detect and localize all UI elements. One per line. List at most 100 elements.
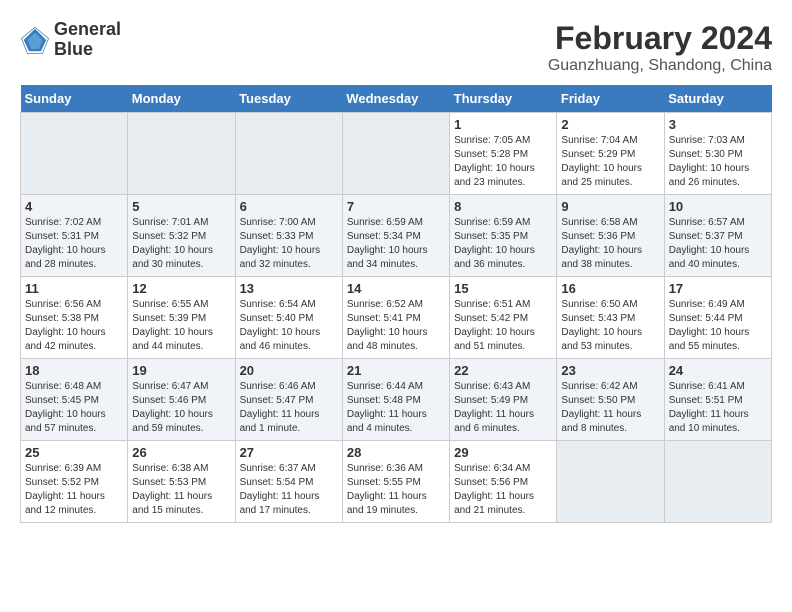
calendar-cell — [235, 113, 342, 195]
day-number: 5 — [132, 199, 230, 214]
day-info: Sunrise: 6:57 AMSunset: 5:37 PMDaylight:… — [669, 216, 767, 272]
month-year-title: February 2024 — [548, 20, 772, 57]
weekday-header: Wednesday — [342, 85, 449, 113]
calendar-cell: 5Sunrise: 7:01 AMSunset: 5:32 PMDaylight… — [128, 195, 235, 277]
day-number: 18 — [25, 363, 123, 378]
header: General Blue February 2024 Guanzhuang, S… — [20, 20, 772, 75]
day-info: Sunrise: 7:00 AMSunset: 5:33 PMDaylight:… — [240, 216, 338, 272]
calendar-week-row: 1 Sunrise: 7:05 AMSunset: 5:28 PMDaylight… — [21, 113, 772, 195]
calendar-cell: 4 Sunrise: 7:02 AMSunset: 5:31 PMDaylight… — [21, 195, 128, 277]
calendar-cell: 23 Sunrise: 6:42 AMSunset: 5:50 PMDayligh… — [557, 359, 664, 441]
generalblue-logo-icon — [20, 25, 50, 55]
calendar-cell: 6 Sunrise: 7:00 AMSunset: 5:33 PMDaylight… — [235, 195, 342, 277]
calendar-cell: 29 Sunrise: 6:34 AMSunset: 5:56 PMDayligh… — [450, 441, 557, 523]
calendar-cell: 3 Sunrise: 7:03 AMSunset: 5:30 PMDaylight… — [664, 113, 771, 195]
calendar-cell: 8 Sunrise: 6:59 AMSunset: 5:35 PMDaylight… — [450, 195, 557, 277]
day-number: 17 — [669, 281, 767, 296]
day-number: 28 — [347, 445, 445, 460]
day-info: Sunrise: 6:55 AMSunset: 5:39 PMDaylight:… — [132, 298, 230, 354]
calendar-cell: 26Sunrise: 6:38 AMSunset: 5:53 PMDayligh… — [128, 441, 235, 523]
day-number: 23 — [561, 363, 659, 378]
calendar-cell: 10 Sunrise: 6:57 AMSunset: 5:37 PMDayligh… — [664, 195, 771, 277]
weekday-header: Thursday — [450, 85, 557, 113]
day-info: Sunrise: 6:36 AMSunset: 5:55 PMDaylight:… — [347, 462, 445, 518]
calendar-cell: 17 Sunrise: 6:49 AMSunset: 5:44 PMDayligh… — [664, 277, 771, 359]
day-number: 1 — [454, 117, 552, 132]
day-info: Sunrise: 6:48 AMSunset: 5:45 PMDaylight:… — [25, 380, 123, 436]
day-number: 16 — [561, 281, 659, 296]
calendar-cell: 18 Sunrise: 6:48 AMSunset: 5:45 PMDayligh… — [21, 359, 128, 441]
calendar-week-row: 25Sunrise: 6:39 AMSunset: 5:52 PMDayligh… — [21, 441, 772, 523]
day-info: Sunrise: 6:56 AMSunset: 5:38 PMDaylight:… — [25, 298, 123, 354]
calendar-cell: 15 Sunrise: 6:51 AMSunset: 5:42 PMDayligh… — [450, 277, 557, 359]
calendar-week-row: 4 Sunrise: 7:02 AMSunset: 5:31 PMDaylight… — [21, 195, 772, 277]
calendar-cell — [21, 113, 128, 195]
day-info: Sunrise: 6:59 AMSunset: 5:35 PMDaylight:… — [454, 216, 552, 272]
day-number: 19 — [132, 363, 230, 378]
day-number: 10 — [669, 199, 767, 214]
day-number: 14 — [347, 281, 445, 296]
weekday-header: Tuesday — [235, 85, 342, 113]
day-number: 20 — [240, 363, 338, 378]
calendar-cell: 20 Sunrise: 6:46 AMSunset: 5:47 PMDayligh… — [235, 359, 342, 441]
day-info: Sunrise: 7:03 AMSunset: 5:30 PMDaylight:… — [669, 134, 767, 190]
day-number: 11 — [25, 281, 123, 296]
day-number: 2 — [561, 117, 659, 132]
day-number: 21 — [347, 363, 445, 378]
day-number: 6 — [240, 199, 338, 214]
calendar-cell: 19 Sunrise: 6:47 AMSunset: 5:46 PMDayligh… — [128, 359, 235, 441]
day-info: Sunrise: 6:44 AMSunset: 5:48 PMDaylight:… — [347, 380, 445, 436]
day-number: 13 — [240, 281, 338, 296]
day-info: Sunrise: 6:42 AMSunset: 5:50 PMDaylight:… — [561, 380, 659, 436]
calendar-week-row: 11 Sunrise: 6:56 AMSunset: 5:38 PMDayligh… — [21, 277, 772, 359]
weekday-header: Saturday — [664, 85, 771, 113]
weekday-header: Monday — [128, 85, 235, 113]
calendar-cell: 9 Sunrise: 6:58 AMSunset: 5:36 PMDaylight… — [557, 195, 664, 277]
location-subtitle: Guanzhuang, Shandong, China — [548, 57, 772, 75]
weekday-header: Friday — [557, 85, 664, 113]
calendar-cell: 21 Sunrise: 6:44 AMSunset: 5:48 PMDayligh… — [342, 359, 449, 441]
day-info: Sunrise: 6:54 AMSunset: 5:40 PMDaylight:… — [240, 298, 338, 354]
calendar-cell: 14 Sunrise: 6:52 AMSunset: 5:41 PMDayligh… — [342, 277, 449, 359]
logo-text: General Blue — [54, 20, 121, 60]
calendar-cell: 7Sunrise: 6:59 AMSunset: 5:34 PMDaylight… — [342, 195, 449, 277]
day-info: Sunrise: 6:41 AMSunset: 5:51 PMDaylight:… — [669, 380, 767, 436]
day-number: 3 — [669, 117, 767, 132]
day-number: 24 — [669, 363, 767, 378]
day-number: 26 — [132, 445, 230, 460]
day-info: Sunrise: 7:02 AMSunset: 5:31 PMDaylight:… — [25, 216, 123, 272]
day-number: 9 — [561, 199, 659, 214]
calendar-cell — [128, 113, 235, 195]
calendar-cell: 1 Sunrise: 7:05 AMSunset: 5:28 PMDaylight… — [450, 113, 557, 195]
day-info: Sunrise: 7:05 AMSunset: 5:28 PMDaylight:… — [454, 134, 552, 190]
calendar-cell: 12Sunrise: 6:55 AMSunset: 5:39 PMDayligh… — [128, 277, 235, 359]
day-info: Sunrise: 6:49 AMSunset: 5:44 PMDaylight:… — [669, 298, 767, 354]
day-number: 4 — [25, 199, 123, 214]
day-number: 15 — [454, 281, 552, 296]
day-info: Sunrise: 6:52 AMSunset: 5:41 PMDaylight:… — [347, 298, 445, 354]
day-info: Sunrise: 6:50 AMSunset: 5:43 PMDaylight:… — [561, 298, 659, 354]
day-info: Sunrise: 6:46 AMSunset: 5:47 PMDaylight:… — [240, 380, 338, 436]
day-number: 22 — [454, 363, 552, 378]
day-info: Sunrise: 6:39 AMSunset: 5:52 PMDaylight:… — [25, 462, 123, 518]
day-number: 29 — [454, 445, 552, 460]
day-info: Sunrise: 6:51 AMSunset: 5:42 PMDaylight:… — [454, 298, 552, 354]
calendar-cell — [664, 441, 771, 523]
calendar-cell — [557, 441, 664, 523]
calendar-week-row: 18 Sunrise: 6:48 AMSunset: 5:45 PMDayligh… — [21, 359, 772, 441]
day-number: 8 — [454, 199, 552, 214]
day-info: Sunrise: 6:59 AMSunset: 5:34 PMDaylight:… — [347, 216, 445, 272]
calendar-cell: 16 Sunrise: 6:50 AMSunset: 5:43 PMDayligh… — [557, 277, 664, 359]
day-number: 27 — [240, 445, 338, 460]
day-info: Sunrise: 6:58 AMSunset: 5:36 PMDaylight:… — [561, 216, 659, 272]
day-info: Sunrise: 6:34 AMSunset: 5:56 PMDaylight:… — [454, 462, 552, 518]
day-info: Sunrise: 7:04 AMSunset: 5:29 PMDaylight:… — [561, 134, 659, 190]
calendar-cell: 28 Sunrise: 6:36 AMSunset: 5:55 PMDayligh… — [342, 441, 449, 523]
day-info: Sunrise: 6:43 AMSunset: 5:49 PMDaylight:… — [454, 380, 552, 436]
calendar-cell: 25Sunrise: 6:39 AMSunset: 5:52 PMDayligh… — [21, 441, 128, 523]
calendar-cell: 11 Sunrise: 6:56 AMSunset: 5:38 PMDayligh… — [21, 277, 128, 359]
weekday-header: Sunday — [21, 85, 128, 113]
day-info: Sunrise: 6:47 AMSunset: 5:46 PMDaylight:… — [132, 380, 230, 436]
calendar-table: SundayMondayTuesdayWednesdayThursdayFrid… — [20, 85, 772, 523]
weekday-header-row: SundayMondayTuesdayWednesdayThursdayFrid… — [21, 85, 772, 113]
